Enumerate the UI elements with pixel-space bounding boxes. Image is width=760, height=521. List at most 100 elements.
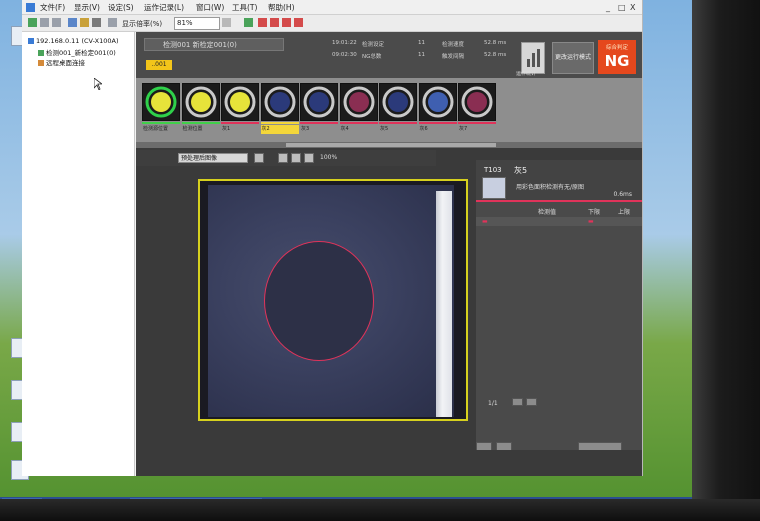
stat-value: 11 <box>418 52 425 58</box>
thumbnail-label: 灰1 <box>222 126 231 132</box>
image-icon[interactable] <box>68 18 77 27</box>
image-toolbar: 预处理后图像 100% <box>136 150 436 166</box>
tool-time: 0.6ms <box>613 191 632 198</box>
thumbnail-label: 灰2 <box>260 125 299 134</box>
thumbnail-label: 灰5 <box>380 126 389 132</box>
table-row[interactable]: ▬ ▬ <box>476 217 642 226</box>
tool-thumbnail[interactable]: 灰5 <box>379 83 417 135</box>
display-ratio-select[interactable]: 81% <box>174 17 220 30</box>
menu-view[interactable]: 显示(V) <box>74 2 100 13</box>
app-header: 检测001 新检定001(0) ..001 19:01:22 检测设定 11 检… <box>136 32 642 78</box>
fit-icon[interactable] <box>222 18 231 27</box>
grid-icon[interactable] <box>52 18 61 27</box>
thumbnail-image <box>458 83 496 121</box>
zoom-out-button[interactable] <box>291 153 301 163</box>
record-icon[interactable] <box>282 18 291 27</box>
reflective-strip <box>436 191 452 417</box>
tree-item-controller[interactable]: 192.168.0.11 (CV-X100A) <box>28 37 119 45</box>
page-indicator: 1/1 <box>488 400 498 407</box>
app-icon <box>26 3 35 12</box>
zoom-fit-button[interactable] <box>304 153 314 163</box>
judgement-result: NG <box>604 52 630 70</box>
controller-icon <box>28 38 34 44</box>
thumbnail-status-bar <box>339 122 378 124</box>
record-icon[interactable] <box>270 18 279 27</box>
program-tag[interactable]: ..001 <box>146 60 172 70</box>
device-tree: 192.168.0.11 (CV-X100A) 检测001_新检定001(0) … <box>22 32 135 476</box>
remote-desktop-icon <box>38 60 44 66</box>
monitor-bezel <box>692 0 760 521</box>
menu-window[interactable]: 窗口(W) <box>196 2 224 13</box>
tool-thumbnail[interactable]: 灰1 <box>221 83 259 135</box>
minimize-button[interactable]: _ <box>606 3 610 12</box>
color-area-icon <box>482 177 506 199</box>
tool-icon[interactable] <box>108 18 117 27</box>
stat-value: 52.8 ms <box>484 40 507 46</box>
measurement-region[interactable] <box>264 241 374 361</box>
thumbnail-scrollbar[interactable] <box>136 142 642 148</box>
prev-page-button[interactable] <box>512 398 523 406</box>
menu-file[interactable]: 文件(F) <box>40 2 65 13</box>
tool-thumbnail[interactable]: 灰7 <box>458 83 496 135</box>
column-header-value: 检测值 <box>538 209 557 216</box>
maximize-button[interactable]: □ <box>618 3 626 12</box>
program-select[interactable]: 检测001 新检定001(0) <box>144 38 284 51</box>
connect-icon[interactable] <box>28 18 37 27</box>
thumbnail-label: 灰3 <box>301 126 310 132</box>
tool-thumbnail[interactable]: 灰6 <box>418 83 457 135</box>
statistics-label: 运作统计 <box>516 71 537 77</box>
close-button[interactable]: X <box>630 3 635 12</box>
stat-label: 检测设定 <box>362 42 385 48</box>
menu-bar: 文件(F) 显示(V) 设定(S) 运作记录(L) 窗口(W) 工具(T) 帮助… <box>22 0 642 15</box>
thumbnail-image <box>300 83 338 121</box>
application-window: 文件(F) 显示(V) 设定(S) 运作记录(L) 窗口(W) 工具(T) 帮助… <box>22 0 643 476</box>
tool-thumbnail[interactable]: 检测源位置 <box>142 83 180 135</box>
judgement-indicator: 综合判定 NG <box>598 40 636 74</box>
record-icon[interactable] <box>294 18 303 27</box>
display-ratio-label: 显示倍率(%) <box>122 20 163 28</box>
thumbnail-image <box>260 83 299 121</box>
save-icon[interactable] <box>80 18 89 27</box>
menu-help[interactable]: 帮助(H) <box>268 2 295 13</box>
thumbnail-label: 检测位置 <box>182 126 203 132</box>
list-icon[interactable] <box>40 18 49 27</box>
inspection-app: 检测001 新检定001(0) ..001 19:01:22 检测设定 11 检… <box>136 32 642 476</box>
next-page-button[interactable] <box>526 398 537 406</box>
tree-item-program[interactable]: 检测001_新检定001(0) <box>38 47 116 57</box>
mouse-cursor-icon <box>94 78 102 90</box>
thumbnail-label: 灰7 <box>459 126 468 132</box>
thumbnail-image <box>339 83 378 121</box>
zoom-in-button[interactable] <box>278 153 288 163</box>
camera-image-viewer[interactable] <box>198 179 468 421</box>
record-icon[interactable] <box>258 18 267 27</box>
tool-thumbnail[interactable]: 灰4 <box>339 83 378 135</box>
tree-item-remote[interactable]: 远程桌面连接 <box>38 57 85 67</box>
thumbnail-status-bar <box>181 122 220 124</box>
stat-label: 触发间隔 <box>442 54 465 60</box>
monitor-bezel <box>0 499 760 521</box>
menu-tools[interactable]: 工具(T) <box>232 2 257 13</box>
app-footer <box>136 450 642 476</box>
run-mode-button[interactable]: 更改运行模式 <box>552 42 594 74</box>
thumbnail-status-bar <box>260 122 299 124</box>
thumbnail-image <box>379 83 417 121</box>
bar-chart-icon <box>527 49 540 67</box>
row-flag: ▬ <box>588 218 594 225</box>
print-icon[interactable] <box>92 18 101 27</box>
thumbnail-image <box>181 83 220 121</box>
tool-thumbnail[interactable]: 灰3 <box>300 83 338 135</box>
tool-header: T103 灰5 用彩色面积检测有无/原图 0.6ms <box>476 160 642 202</box>
image-list-button[interactable] <box>254 153 264 163</box>
menu-log[interactable]: 运作记录(L) <box>144 2 184 13</box>
scrollbar-thumb[interactable] <box>286 143 496 147</box>
tool-thumbnail[interactable]: 灰2 <box>260 83 299 135</box>
menu-settings[interactable]: 设定(S) <box>108 2 134 13</box>
thumbnail-status-bar <box>379 122 417 124</box>
tool-thumbnail[interactable]: 检测位置 <box>181 83 220 135</box>
stat-time: 09:02:30 <box>332 52 357 58</box>
column-header-upper: 上限 <box>618 209 631 216</box>
tool-result-panel: T103 灰5 用彩色面积检测有无/原图 0.6ms 检测值 下限 上限 ▬ ▬… <box>476 160 642 476</box>
camera-image <box>208 185 454 417</box>
image-view-select[interactable]: 预处理后图像 <box>178 153 248 163</box>
trigger-icon[interactable] <box>244 18 253 27</box>
